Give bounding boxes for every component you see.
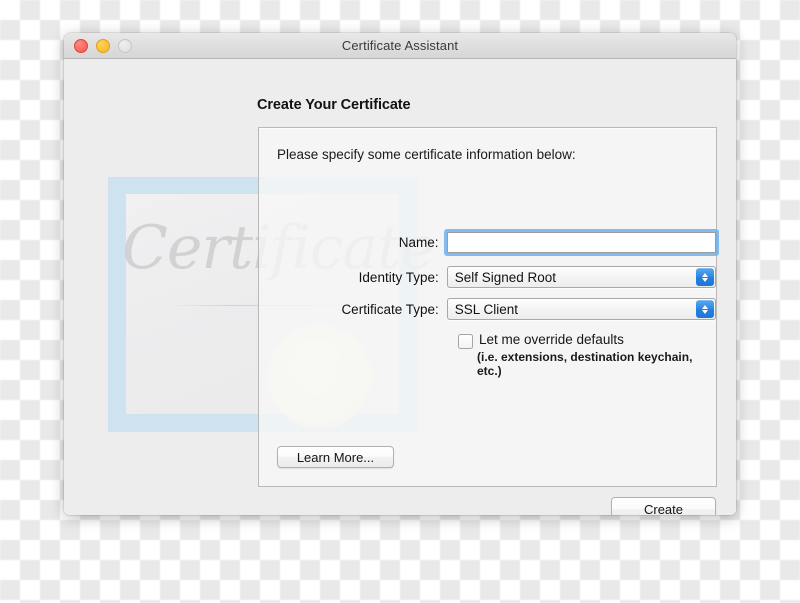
override-defaults-checkbox[interactable] xyxy=(458,334,473,349)
identity-type-row: Identity Type: Self Signed Root xyxy=(259,266,716,288)
window-titlebar: Certificate Assistant xyxy=(64,33,736,59)
identity-type-label: Identity Type: xyxy=(358,269,439,285)
override-defaults-checkbox-row[interactable]: Let me override defaults xyxy=(458,332,716,349)
instruction-text: Please specify some certificate informat… xyxy=(277,147,576,162)
certificate-assistant-window: Certificate Assistant Create Your Certif… xyxy=(64,33,736,515)
window-body: Create Your Certificate Certificate Plea… xyxy=(64,59,736,515)
certificate-type-row: Certificate Type: SSL Client xyxy=(259,298,716,320)
chevron-up-down-icon[interactable] xyxy=(696,268,714,286)
certificate-type-select[interactable]: SSL Client xyxy=(446,298,716,320)
name-field-row: Name: xyxy=(259,232,716,253)
page-title: Create Your Certificate xyxy=(257,97,411,113)
chevron-up-down-icon[interactable] xyxy=(696,300,714,318)
create-button[interactable]: Create xyxy=(611,497,716,515)
override-defaults-block: Let me override defaults (i.e. extension… xyxy=(458,332,716,378)
identity-type-select[interactable]: Self Signed Root xyxy=(446,266,716,288)
learn-more-button[interactable]: Learn More... xyxy=(277,446,394,468)
override-defaults-label: Let me override defaults xyxy=(479,332,624,347)
override-defaults-hint: (i.e. extensions, destination keychain, … xyxy=(477,350,693,378)
name-label: Name: xyxy=(398,235,439,250)
identity-type-value: Self Signed Root xyxy=(454,269,557,285)
name-input[interactable] xyxy=(446,232,716,253)
content-group-box: Please specify some certificate informat… xyxy=(258,127,717,487)
window-title: Certificate Assistant xyxy=(341,38,459,53)
certificate-type-value: SSL Client xyxy=(454,301,519,317)
certificate-type-label: Certificate Type: xyxy=(341,301,439,317)
